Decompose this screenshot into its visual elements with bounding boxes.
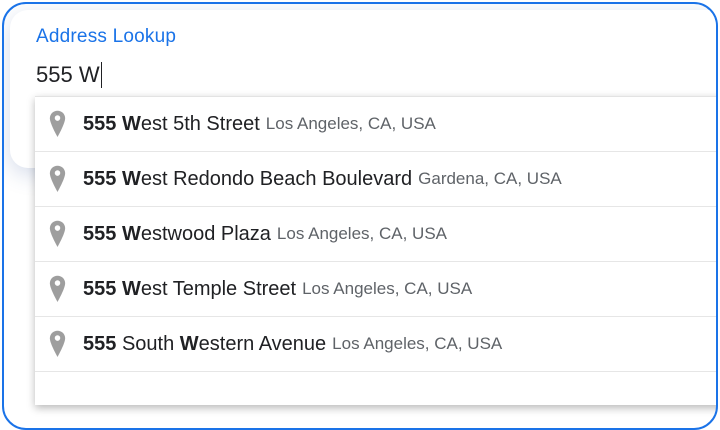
suggestion-main-text: 555 West Temple Street xyxy=(83,278,296,301)
suggestion-item[interactable]: 555 South Western Avenue Los Angeles, CA… xyxy=(35,317,716,372)
suggestion-item[interactable]: 555 Westwood Plaza Los Angeles, CA, USA xyxy=(35,207,716,262)
suggestion-number: 555 xyxy=(83,167,117,190)
map-pin-icon xyxy=(49,330,66,357)
address-lookup-widget: Address Lookup 555 W 555 West 5th Street… xyxy=(2,2,718,430)
suggestion-match: W xyxy=(121,167,141,190)
suggestion-number: 555 xyxy=(83,277,117,300)
suggestions-dropdown: 555 West 5th Street Los Angeles, CA, USA… xyxy=(35,96,716,405)
suggestion-rest: estwood Plaza xyxy=(140,222,271,245)
suggestion-secondary-text: Gardena, CA, USA xyxy=(418,169,562,188)
suggestion-secondary-text: Los Angeles, CA, USA xyxy=(265,114,436,133)
suggestion-plain-text: South xyxy=(121,332,180,355)
address-input-value: 555 W xyxy=(36,62,100,87)
map-pin-icon xyxy=(49,275,66,302)
suggestion-number: 555 xyxy=(83,332,117,355)
suggestion-main-text: 555 South Western Avenue xyxy=(83,333,326,356)
suggestion-rest: est Redondo Beach Boulevard xyxy=(140,167,413,190)
suggestion-secondary-text: Los Angeles, CA, USA xyxy=(276,224,447,243)
suggestion-rest: estern Avenue xyxy=(198,332,327,355)
suggestion-number: 555 xyxy=(83,222,117,245)
suggestion-match: W xyxy=(121,112,141,135)
suggestion-secondary-text: Los Angeles, CA, USA xyxy=(332,334,503,353)
suggestion-main-text: 555 West 5th Street xyxy=(83,113,260,136)
suggestion-match: W xyxy=(121,277,141,300)
suggestion-secondary-text: Los Angeles, CA, USA xyxy=(302,279,473,298)
suggestion-item[interactable]: 555 West 5th Street Los Angeles, CA, USA xyxy=(35,97,716,152)
address-input[interactable]: 555 W xyxy=(36,60,103,90)
suggestion-item[interactable]: 555 West Redondo Beach Boulevard Gardena… xyxy=(35,152,716,207)
map-pin-icon xyxy=(49,165,66,192)
suggestion-main-text: 555 Westwood Plaza xyxy=(83,223,271,246)
suggestion-match: W xyxy=(121,222,141,245)
suggestion-rest: est Temple Street xyxy=(140,277,297,300)
map-pin-icon xyxy=(49,110,66,137)
suggestion-main-text: 555 West Redondo Beach Boulevard xyxy=(83,168,412,191)
field-label: Address Lookup xyxy=(36,26,177,47)
map-pin-icon xyxy=(49,220,66,247)
suggestion-rest: est 5th Street xyxy=(140,112,260,135)
text-caret xyxy=(100,62,103,88)
suggestion-number: 555 xyxy=(83,112,117,135)
suggestion-item[interactable]: 555 West Temple Street Los Angeles, CA, … xyxy=(35,262,716,317)
suggestion-match: W xyxy=(179,332,199,355)
